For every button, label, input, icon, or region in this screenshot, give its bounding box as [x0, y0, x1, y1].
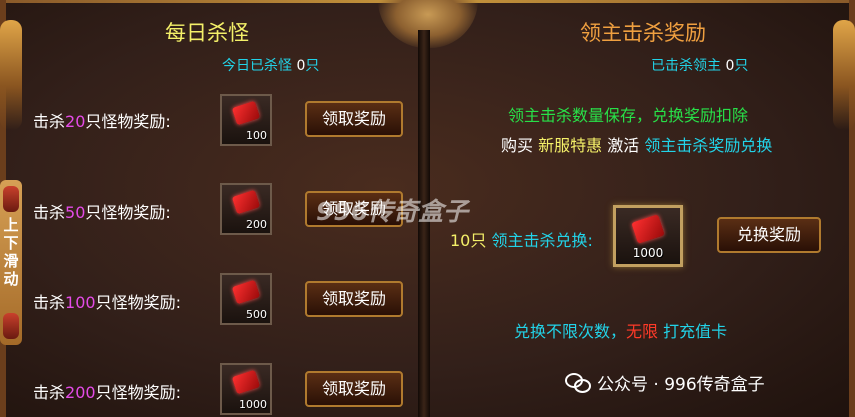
lord-kill-title: 领主击杀奖励 — [580, 21, 706, 45]
note-recharge: 打充值卡 — [663, 322, 728, 341]
daily-kill-prefix: 今日已杀怪 — [222, 58, 292, 74]
claim-reward-button[interactable]: 领取奖励 — [305, 371, 403, 407]
daily-kill-suffix: 只 — [305, 58, 320, 74]
exchange-qty: 1000 — [632, 246, 664, 260]
wechat-text: 公众号 · 996传奇盒子 — [597, 375, 765, 395]
red-gem-icon — [231, 279, 261, 305]
note-buy: 购买 — [501, 136, 534, 155]
exchange-text: 领主击杀兑换: — [491, 231, 593, 250]
scroll-hint-text: 上 下 滑 动 — [3, 216, 19, 288]
kill-suffix: 只怪物奖励: — [95, 293, 181, 312]
kill-suffix: 只怪物奖励: — [85, 112, 171, 131]
lord-note-purchase: 购买 新服特惠 激活 领主击杀奖励兑换 — [501, 132, 772, 156]
kill-count: 50 — [65, 203, 86, 222]
watermark-logo: 996传奇盒子 — [316, 197, 469, 226]
right-ornament-icon — [833, 20, 855, 130]
red-gem-icon — [231, 189, 261, 215]
kill-reward-row-label: 击杀20只怪物奖励: — [33, 108, 171, 132]
kill-count: 20 — [65, 112, 86, 131]
scroll-down-icon[interactable] — [3, 313, 19, 339]
scroll-hint-char: 下 — [3, 234, 19, 252]
daily-kill-title: 每日杀怪 — [165, 21, 249, 45]
kill-count: 100 — [65, 293, 96, 312]
claim-reward-button[interactable]: 领取奖励 — [305, 281, 403, 317]
scroll-up-icon[interactable] — [3, 186, 19, 212]
kill-prefix: 击杀 — [33, 112, 66, 131]
kill-prefix: 击杀 — [33, 293, 66, 312]
kill-prefix: 击杀 — [33, 203, 66, 222]
kill-suffix: 只怪物奖励: — [85, 203, 171, 222]
reward-qty: 1000 — [239, 398, 267, 411]
note-server-deal: 新服特惠 — [538, 136, 603, 155]
red-gem-icon — [231, 369, 261, 395]
daily-kill-count: 今日已杀怪 0只 — [222, 55, 319, 75]
scroll-tab[interactable]: 上 下 滑 动 — [0, 180, 22, 345]
kill-suffix: 只怪物奖励: — [95, 383, 181, 402]
lord-kill-prefix: 已击杀领主 — [651, 58, 721, 74]
reward-item-slot[interactable]: 500 — [220, 273, 272, 325]
scroll-hint-char: 滑 — [3, 252, 19, 270]
reward-qty: 200 — [246, 218, 267, 231]
left-ornament-icon — [0, 20, 22, 130]
lord-kill-suffix: 只 — [734, 58, 749, 74]
exchange-unlimited-note: 兑换不限次数，无限 打充值卡 — [514, 318, 727, 342]
note-unlimited: 兑换不限次数， — [514, 322, 627, 341]
wechat-account-label: 公众号 · 996传奇盒子 — [565, 370, 765, 395]
scroll-hint-char: 上 — [3, 216, 19, 234]
note-exchange: 领主击杀奖励兑换 — [644, 136, 773, 155]
kill-count: 200 — [65, 383, 96, 402]
exchange-count: 10只 — [450, 231, 487, 250]
reward-item-slot[interactable]: 1000 — [220, 363, 272, 415]
exchange-reward-slot[interactable]: 1000 — [613, 205, 683, 267]
red-gem-icon — [231, 100, 261, 126]
kill-reward-row-label: 击杀50只怪物奖励: — [33, 199, 171, 223]
red-gem-icon — [631, 214, 665, 244]
scroll-hint-char: 动 — [3, 270, 19, 288]
kill-reward-row-label: 击杀100只怪物奖励: — [33, 289, 181, 313]
reward-item-slot[interactable]: 100 — [220, 94, 272, 146]
reward-item-slot[interactable]: 200 — [220, 183, 272, 235]
lord-note-saved: 领主击杀数量保存，兑换奖励扣除 — [508, 106, 749, 125]
note-activate: 激活 — [607, 136, 640, 155]
reward-qty: 100 — [246, 129, 267, 142]
note-infinite: 无限 — [626, 322, 659, 341]
reward-qty: 500 — [246, 308, 267, 321]
kill-prefix: 击杀 — [33, 383, 66, 402]
lord-kill-count: 已击杀领主 0只 — [651, 55, 748, 75]
wechat-icon — [565, 372, 591, 393]
exchange-label: 10只 领主击杀兑换: — [450, 227, 593, 251]
exchange-reward-button[interactable]: 兑换奖励 — [717, 217, 821, 253]
claim-reward-button[interactable]: 领取奖励 — [305, 101, 403, 137]
kill-reward-row-label: 击杀200只怪物奖励: — [33, 379, 181, 403]
